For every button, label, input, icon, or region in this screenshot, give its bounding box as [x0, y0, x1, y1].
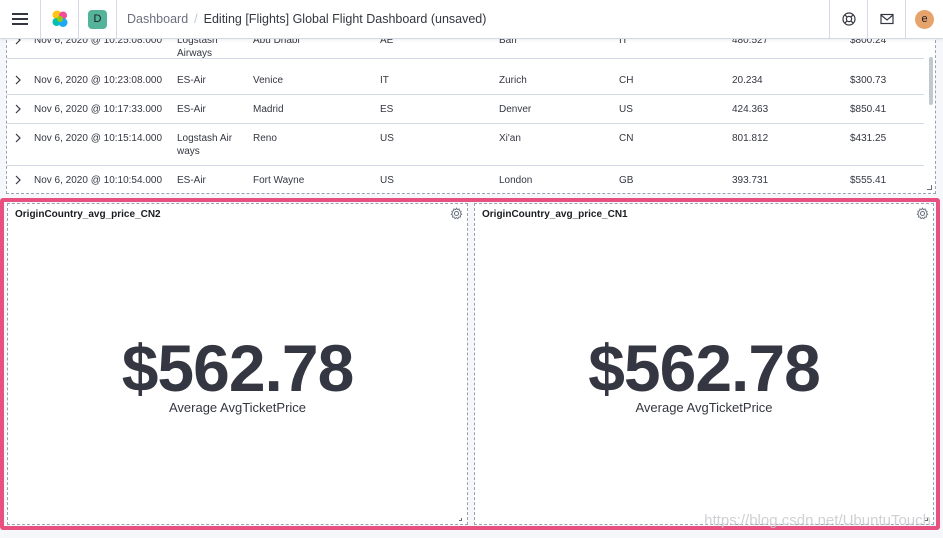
chevron-right-icon	[15, 104, 21, 114]
help-button[interactable]	[829, 0, 867, 39]
cell-origin-city: London	[499, 175, 533, 186]
space-selector[interactable]: D	[78, 0, 116, 39]
cell-dest-country: IT	[380, 75, 389, 86]
elastic-logo-icon	[52, 10, 67, 27]
cell-dest-country: US	[380, 175, 394, 186]
cell-distance: 393.731	[732, 175, 769, 186]
metric-value: $562.78	[121, 331, 355, 405]
top-header: D Dashboard / Editing [Flights] Global F…	[0, 0, 943, 39]
chevron-right-icon	[15, 133, 21, 143]
cell-origin-country: GB	[619, 175, 634, 186]
breadcrumb: Dashboard / Editing [Flights] Global Fli…	[116, 0, 829, 39]
mail-icon	[879, 13, 894, 25]
cell-carrier: ES-Air	[177, 75, 206, 86]
cell-dest-country: US	[380, 133, 394, 144]
row-expand-button[interactable]	[14, 75, 24, 85]
cell-distance: 20.234	[732, 75, 763, 86]
chevron-right-icon	[15, 75, 21, 85]
space-avatar: D	[88, 9, 107, 29]
menu-icon	[12, 13, 28, 25]
gear-icon	[450, 207, 463, 220]
cell-distance: 801.812	[732, 133, 769, 144]
table-row: Nov 6, 2020 @ 10:17:33.000 ES-Air Madrid…	[7, 95, 924, 124]
cell-carrier: Logstash Air ways	[177, 133, 233, 157]
row-expand-button[interactable]	[14, 175, 24, 185]
cell-price: $850.41	[850, 104, 887, 115]
row-expand-button[interactable]	[14, 133, 24, 143]
panel-title: OriginCountry_avg_price_CN2	[15, 209, 161, 220]
cell-price: $431.25	[850, 133, 887, 144]
breadcrumb-separator: /	[194, 12, 198, 26]
cell-dest-city: Fort Wayne	[253, 175, 305, 186]
cell-origin-country: US	[619, 104, 633, 115]
gear-icon	[916, 207, 929, 220]
chevron-right-icon	[15, 175, 21, 185]
cell-price: $300.73	[850, 75, 887, 86]
cell-dest-city: Reno	[253, 133, 277, 144]
panel-resize-handle[interactable]	[459, 518, 462, 521]
elastic-logo-button[interactable]	[40, 0, 78, 39]
cell-carrier: ES-Air	[177, 104, 206, 115]
breadcrumb-current-page: Editing [Flights] Global Flight Dashboar…	[203, 12, 487, 26]
cell-origin-city: Zurich	[499, 75, 527, 86]
cell-timestamp: Nov 6, 2020 @ 10:17:33.000	[34, 104, 163, 115]
table-row: Nov 6, 2020 @ 10:15:14.000 Logstash Air …	[7, 124, 924, 166]
cell-timestamp: Nov 6, 2020 @ 10:10:54.000	[34, 175, 163, 186]
watermark-text: https://blog.csdn.net/UbuntuTouch	[704, 512, 931, 529]
cell-dest-country: ES	[380, 104, 394, 115]
cell-origin-city: Xi'an	[499, 133, 521, 144]
user-menu-button[interactable]: e	[905, 0, 943, 39]
cell-timestamp: Nov 6, 2020 @ 10:23:08.000	[34, 75, 163, 86]
cell-distance: 424.363	[732, 104, 769, 115]
metric-label: Average AvgTicketPrice	[168, 400, 307, 415]
table-scrollbar[interactable]	[929, 57, 933, 105]
metric-panel-cn1: OriginCountry_avg_price_CN1 $562.78 Aver…	[474, 203, 934, 525]
breadcrumb-dashboard-link[interactable]: Dashboard	[127, 12, 188, 26]
user-avatar: e	[915, 9, 934, 29]
metric-value: $562.78	[588, 331, 821, 405]
cell-dest-city: Madrid	[253, 104, 284, 115]
panel-resize-handle[interactable]	[927, 185, 932, 190]
cell-dest-city: Venice	[253, 75, 284, 86]
cell-timestamp: Nov 6, 2020 @ 10:15:14.000	[34, 133, 163, 144]
row-expand-button[interactable]	[14, 104, 24, 114]
panel-options-button[interactable]	[450, 207, 463, 220]
news-button[interactable]	[867, 0, 905, 39]
panel-title: OriginCountry_avg_price_CN1	[482, 209, 628, 220]
cell-price: $555.41	[850, 175, 887, 186]
metric-panel-cn2: OriginCountry_avg_price_CN2 $562.78 Aver…	[7, 203, 468, 525]
table-row: Nov 6, 2020 @ 10:10:54.000 ES-Air Fort W…	[7, 166, 924, 193]
metric-label: Average AvgTicketPrice	[635, 400, 773, 415]
cell-origin-country: CN	[619, 133, 634, 144]
cell-origin-country: CH	[619, 75, 634, 86]
menu-button[interactable]	[0, 0, 40, 39]
panel-options-button[interactable]	[916, 207, 929, 220]
cell-origin-city: Denver	[499, 104, 532, 115]
cell-carrier: ES-Air	[177, 175, 206, 186]
help-icon	[841, 12, 856, 26]
table-row: Nov 6, 2020 @ 10:23:08.000 ES-Air Venice…	[7, 66, 924, 95]
saved-search-table-panel: Nov 6, 2020 @ 10:25:08.000 Logstash Airw…	[6, 30, 936, 194]
